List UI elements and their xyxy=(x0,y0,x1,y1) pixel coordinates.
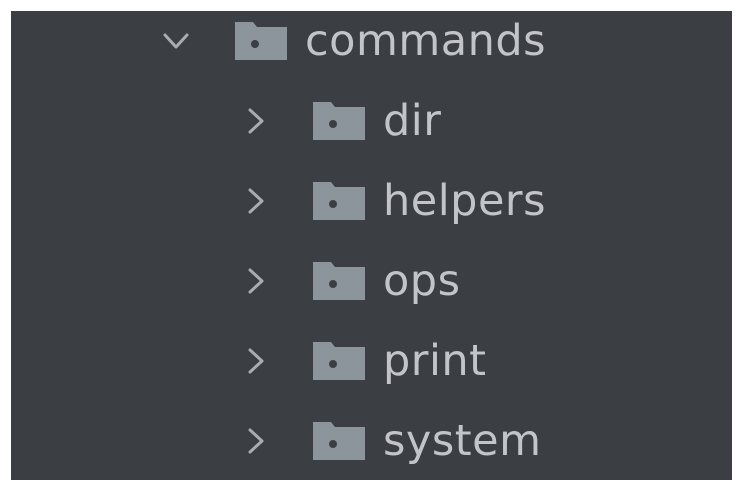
chevron-down-icon[interactable] xyxy=(161,26,191,56)
chevron-right-icon[interactable] xyxy=(241,266,271,296)
folder-icon xyxy=(311,338,367,384)
tree-node-system[interactable]: system xyxy=(11,411,732,471)
folder-icon xyxy=(311,418,367,464)
folder-icon xyxy=(311,178,367,224)
tree-node-commands[interactable]: commands xyxy=(11,11,732,71)
tree-node-dir[interactable]: dir xyxy=(11,91,732,151)
project-tree-panel: commands dir helpers ops print system xyxy=(11,11,732,480)
tree-node-label: helpers xyxy=(383,176,546,226)
chevron-right-icon[interactable] xyxy=(241,106,271,136)
chevron-right-icon[interactable] xyxy=(241,426,271,456)
tree-node-print[interactable]: print xyxy=(11,331,732,391)
chevron-right-icon[interactable] xyxy=(241,186,271,216)
chevron-right-icon[interactable] xyxy=(241,346,271,376)
tree-node-label: ops xyxy=(383,256,461,306)
folder-icon xyxy=(311,258,367,304)
tree-node-label: dir xyxy=(383,96,442,146)
tree-node-ops[interactable]: ops xyxy=(11,251,732,311)
folder-icon xyxy=(233,18,289,64)
tree-node-label: print xyxy=(383,336,487,386)
tree-node-label: system xyxy=(383,416,542,466)
folder-icon xyxy=(311,98,367,144)
tree-node-label: commands xyxy=(305,16,547,66)
tree-node-helpers[interactable]: helpers xyxy=(11,171,732,231)
